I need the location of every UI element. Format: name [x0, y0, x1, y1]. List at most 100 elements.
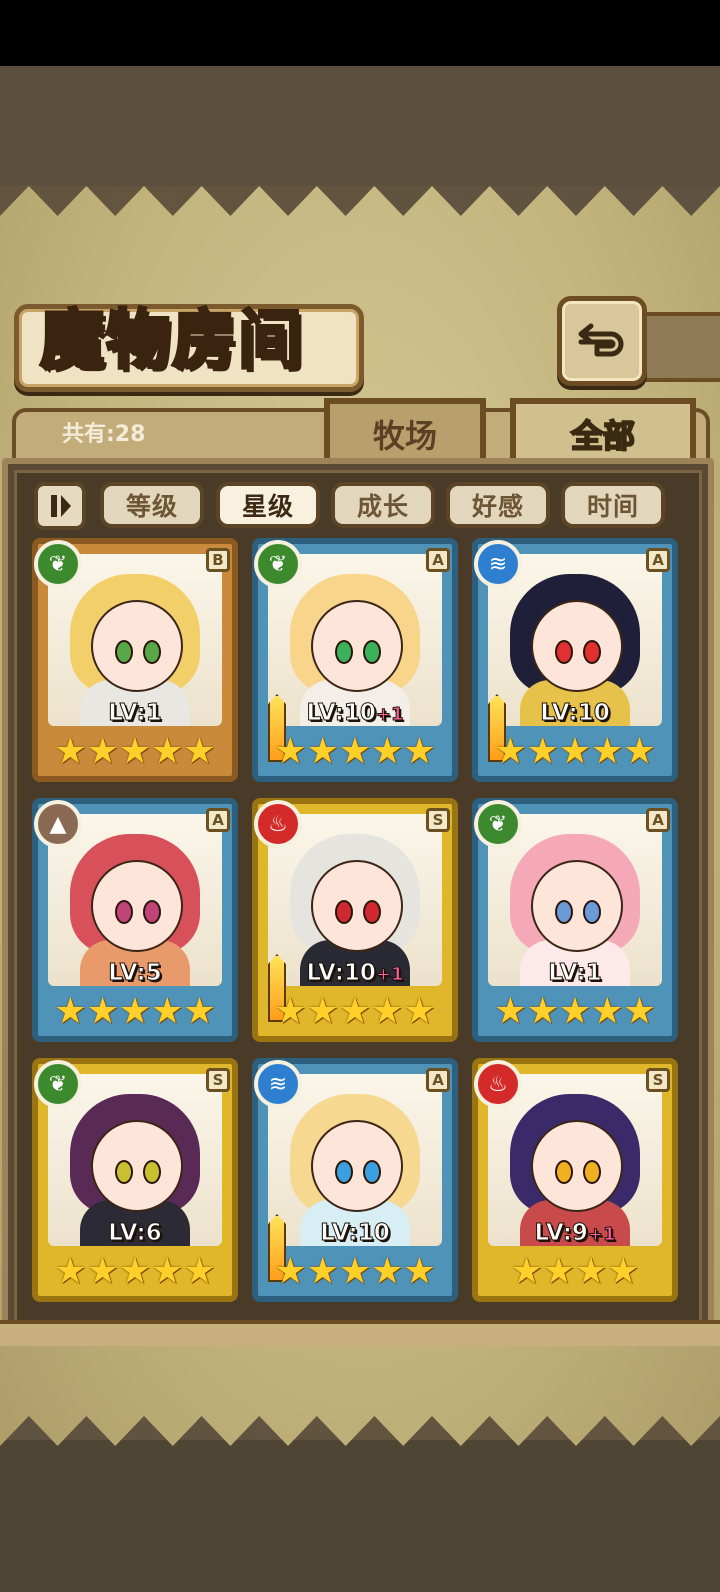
page-title: 魔物房间 — [39, 303, 304, 380]
star-icon: ★ — [274, 731, 307, 772]
star-icon: ★ — [591, 731, 624, 772]
monster-eye — [555, 1160, 573, 1184]
star-rating: ★ ★ ★ ★ ★ — [478, 732, 672, 772]
sort-growth-button[interactable]: 成长 — [331, 482, 435, 528]
monster-card[interactable]: ≋ A LV:10 ★ ★ ★ ★ ★ — [472, 538, 678, 782]
monster-card[interactable]: ♨ S LV:10+1 ★ ★ ★ ★ ★ — [252, 798, 458, 1042]
monster-eye — [363, 900, 381, 924]
monster-eye — [335, 1160, 353, 1184]
star-icon: ★ — [526, 731, 559, 772]
star-icon: ★ — [558, 731, 592, 772]
star-icon: ★ — [86, 731, 119, 772]
star-rating: ★ ★ ★ ★ ★ — [258, 992, 452, 1032]
level-text: LV:10 — [306, 960, 376, 987]
star-icon: ★ — [338, 731, 372, 772]
sort-stars-button[interactable]: 星级 — [216, 482, 320, 528]
star-icon: ★ — [306, 1251, 339, 1292]
rank-badge: S — [646, 1068, 670, 1092]
monster-eye — [363, 1160, 381, 1184]
rank-badge: A — [206, 808, 230, 832]
star-icon: ★ — [306, 731, 339, 772]
monster-eye — [335, 640, 353, 664]
level-bonus: +1 — [587, 1224, 616, 1246]
star-icon: ★ — [403, 1251, 436, 1292]
monster-card[interactable]: ❦ S LV:6 ★ ★ ★ ★ ★ — [32, 1058, 238, 1302]
star-icon: ★ — [54, 991, 87, 1032]
level-bonus: +1 — [375, 964, 404, 986]
monster-face — [91, 860, 183, 952]
monster-eye — [143, 640, 161, 664]
star-icon: ★ — [591, 991, 624, 1032]
star-icon: ★ — [118, 1251, 152, 1292]
star-icon: ★ — [371, 731, 404, 772]
star-icon: ★ — [494, 731, 527, 772]
monster-level: LV:10 — [478, 700, 672, 727]
monster-card[interactable]: ▲ A LV:5 ★ ★ ★ ★ ★ — [32, 798, 238, 1042]
monster-eye — [115, 640, 133, 664]
star-icon: ★ — [183, 991, 216, 1032]
monster-eye — [555, 640, 573, 664]
star-icon: ★ — [183, 1251, 216, 1292]
star-icon: ★ — [151, 991, 184, 1032]
sort-time-button[interactable]: 时间 — [561, 482, 665, 528]
star-icon: ★ — [494, 991, 527, 1032]
star-icon: ★ — [54, 1251, 87, 1292]
monster-eye — [143, 900, 161, 924]
star-icon: ★ — [403, 731, 436, 772]
monster-card[interactable]: ❦ A LV:1 ★ ★ ★ ★ ★ — [472, 798, 678, 1042]
monster-face — [531, 1120, 623, 1212]
leaf-icon: ❦ — [34, 1060, 82, 1108]
return-arrow-icon — [578, 323, 624, 357]
star-icon: ★ — [623, 991, 656, 1032]
star-icon: ★ — [54, 731, 87, 772]
star-rating: ★ ★ ★ ★ ★ — [38, 732, 232, 772]
star-icon: ★ — [526, 991, 559, 1032]
monster-level: LV:6 — [38, 1220, 232, 1247]
monster-card[interactable]: ≋ A LV:10 ★ ★ ★ ★ ★ — [252, 1058, 458, 1302]
level-text: LV:9 — [534, 1220, 588, 1247]
monster-eye — [363, 640, 381, 664]
earth-icon: ▲ — [34, 800, 82, 848]
star-icon: ★ — [542, 1251, 575, 1292]
monster-eye — [583, 900, 601, 924]
star-rating: ★ ★ ★ ★ ★ — [38, 1252, 232, 1292]
sort-order-toggle[interactable] — [34, 482, 86, 530]
monster-card[interactable]: ❦ A LV:10+1 ★ ★ ★ ★ ★ — [252, 538, 458, 782]
monster-eye — [335, 900, 353, 924]
monster-level: LV:10+1 — [258, 700, 452, 727]
rank-badge: A — [426, 548, 450, 572]
leaf-icon: ❦ — [474, 800, 522, 848]
tab-all[interactable]: 全部 — [510, 398, 696, 464]
tab-ranch[interactable]: 牧场 — [324, 398, 486, 464]
monster-eye — [555, 900, 573, 924]
monster-face — [531, 600, 623, 692]
star-icon: ★ — [338, 991, 372, 1032]
level-text: LV:6 — [108, 1220, 162, 1247]
star-icon: ★ — [403, 991, 436, 1032]
leaf-icon: ❦ — [34, 540, 82, 588]
monster-card[interactable]: ❦ B LV:1 ★ ★ ★ ★ ★ — [32, 538, 238, 782]
rank-badge: A — [646, 808, 670, 832]
level-text: LV:10 — [320, 1220, 390, 1247]
star-icon: ★ — [118, 731, 152, 772]
monster-eye — [115, 1160, 133, 1184]
rank-badge: S — [206, 1068, 230, 1092]
level-text: LV:10 — [540, 700, 610, 727]
rank-badge: S — [426, 808, 450, 832]
sort-level-button[interactable]: 等级 — [100, 482, 204, 528]
rank-badge: A — [426, 1068, 450, 1092]
monster-eye — [115, 900, 133, 924]
back-button[interactable] — [557, 296, 647, 386]
star-icon: ★ — [623, 731, 656, 772]
level-text: LV:10 — [306, 700, 376, 727]
star-icon: ★ — [371, 1251, 404, 1292]
star-rating: ★ ★ ★ ★ — [478, 1252, 672, 1292]
star-rating: ★ ★ ★ ★ ★ — [258, 1252, 452, 1292]
star-icon: ★ — [151, 731, 184, 772]
monster-card[interactable]: ♨ S LV:9+1 ★ ★ ★ ★ — [472, 1058, 678, 1302]
monster-level: LV:1 — [38, 700, 232, 727]
star-icon: ★ — [118, 991, 152, 1032]
sort-affection-button[interactable]: 好感 — [446, 482, 550, 528]
star-icon: ★ — [575, 1251, 608, 1292]
star-icon: ★ — [274, 1251, 307, 1292]
